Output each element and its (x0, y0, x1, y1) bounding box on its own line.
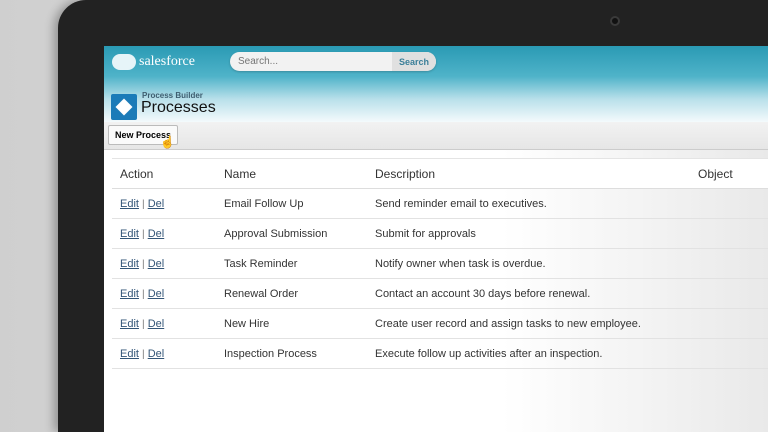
action-cell: Edit | Del (112, 218, 224, 249)
table-row: Edit | Del Email Follow Up Send reminder e… (112, 188, 768, 219)
delete-link[interactable]: Del (148, 318, 165, 330)
col-action: Action (112, 158, 224, 189)
description-cell: Submit for approvals (375, 218, 698, 249)
edit-link[interactable]: Edit (120, 318, 139, 330)
action-cell: Edit | Del (112, 308, 224, 339)
object-cell (698, 218, 768, 249)
separator: | (142, 228, 145, 240)
separator: | (142, 288, 145, 300)
salesforce-logo[interactable]: salesforce (112, 54, 195, 70)
search-bar: Search (230, 52, 436, 71)
hand-cursor-icon: ☝ (160, 135, 175, 149)
name-cell: Email Follow Up (224, 188, 375, 219)
toolbar: New Process ☝ (104, 122, 768, 150)
camera-icon (610, 16, 620, 26)
delete-link[interactable]: Del (148, 288, 165, 300)
delete-link[interactable]: Del (148, 258, 165, 270)
col-description: Description (375, 158, 698, 189)
separator: | (142, 198, 145, 210)
description-cell: Create user record and assign tasks to n… (375, 308, 698, 339)
delete-link[interactable]: Del (148, 348, 165, 360)
separator: | (142, 258, 145, 270)
separator: | (142, 318, 145, 330)
description-cell: Send reminder email to executives. (375, 188, 698, 219)
process-builder-icon (111, 94, 137, 120)
search-input[interactable] (230, 52, 392, 71)
description-cell: Contact an account 30 days before renewa… (375, 278, 698, 309)
edit-link[interactable]: Edit (120, 288, 139, 300)
name-cell: Renewal Order (224, 278, 375, 309)
action-cell: Edit | Del (112, 248, 224, 279)
object-cell (698, 278, 768, 309)
action-cell: Edit | Del (112, 338, 224, 369)
search-button[interactable]: Search (392, 52, 436, 71)
edit-link[interactable]: Edit (120, 228, 139, 240)
name-cell: Approval Submission (224, 218, 375, 249)
processes-table: Action Name Description Object Edit | De… (112, 158, 768, 369)
object-cell (698, 248, 768, 279)
edit-link[interactable]: Edit (120, 258, 139, 270)
object-cell (698, 338, 768, 369)
col-object: Object (698, 158, 768, 189)
col-name: Name (224, 158, 375, 189)
table-row: Edit | Del Approval Submission Submit for … (112, 218, 768, 249)
edit-link[interactable]: Edit (120, 348, 139, 360)
object-cell (698, 308, 768, 339)
object-cell (698, 188, 768, 219)
action-cell: Edit | Del (112, 278, 224, 309)
description-cell: Notify owner when task is overdue. (375, 248, 698, 279)
description-cell: Execute follow up activities after an in… (375, 338, 698, 369)
table-row: Edit | Del Inspection Process Execute foll… (112, 338, 768, 369)
edit-link[interactable]: Edit (120, 198, 139, 210)
delete-link[interactable]: Del (148, 198, 165, 210)
table-row: Edit | Del New Hire Create user record and… (112, 308, 768, 339)
name-cell: New Hire (224, 308, 375, 339)
name-cell: Task Reminder (224, 248, 375, 279)
header: salesforce Search Process Builder Proces… (104, 46, 768, 122)
separator: | (142, 348, 145, 360)
delete-link[interactable]: Del (148, 228, 165, 240)
page-title: Processes (141, 99, 216, 116)
table-row: Edit | Del Task Reminder Notify owner when… (112, 248, 768, 279)
name-cell: Inspection Process (224, 338, 375, 369)
cloud-icon (112, 54, 136, 70)
table-row: Edit | Del Renewal Order Contact an accoun… (112, 278, 768, 309)
screen: salesforce Search Process Builder Proces… (104, 46, 768, 432)
action-cell: Edit | Del (112, 188, 224, 219)
